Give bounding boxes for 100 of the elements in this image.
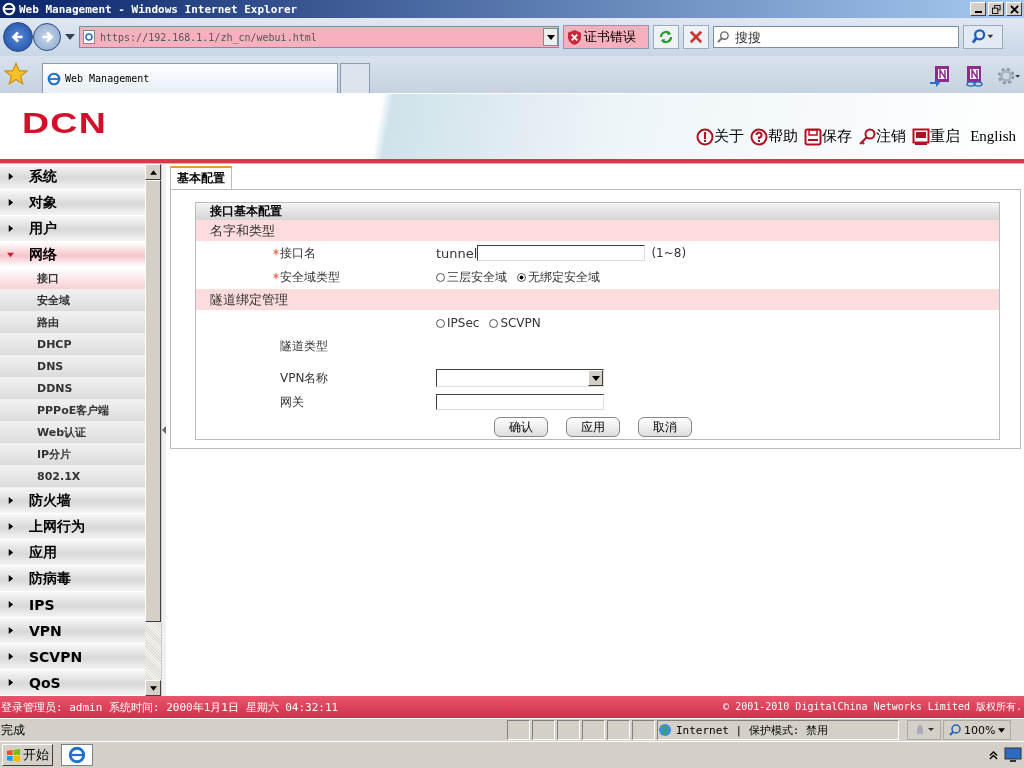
sidebar-subitem[interactable]: Web认证 — [0, 422, 146, 444]
text-field[interactable] — [477, 245, 646, 261]
minimize-button[interactable] — [970, 2, 986, 16]
close-button[interactable] — [1006, 2, 1022, 16]
radio-option[interactable]: 三层安全域 — [436, 268, 507, 286]
minimize-icon — [974, 11, 982, 13]
sidebar-subitem[interactable]: PPPoE客户端 — [0, 400, 146, 422]
monitor-icon — [912, 127, 931, 146]
sidebar-item[interactable]: 用户 — [0, 216, 146, 242]
status-pane — [582, 720, 605, 740]
certificate-error-button[interactable]: 证书错误 — [563, 25, 649, 49]
scrollbar[interactable] — [145, 164, 161, 696]
sidebar-item[interactable]: 防火墙 — [0, 488, 146, 514]
address-dropdown-button[interactable] — [543, 28, 558, 46]
security-zone[interactable]: Internet | 保护模式: 禁用 — [657, 720, 899, 740]
sidebar-item[interactable]: 防病毒 — [0, 566, 146, 592]
windows-logo-icon — [6, 747, 21, 763]
logo: DCN — [22, 106, 107, 140]
caret-right-icon — [7, 173, 14, 180]
key-icon — [858, 127, 877, 146]
notebook-arrow-icon[interactable] — [928, 65, 952, 87]
form-button[interactable]: 确认 — [494, 417, 548, 437]
caret-down-icon — [998, 727, 1006, 733]
browser-taskbar-button[interactable] — [61, 744, 93, 766]
search-button[interactable] — [963, 25, 1003, 49]
radio-option[interactable]: IPSec — [436, 316, 480, 330]
sidebar-item[interactable]: VPN — [0, 618, 146, 644]
text-field[interactable] — [436, 394, 604, 410]
sidebar-subitem[interactable]: 路由 — [0, 312, 146, 334]
search-icon — [970, 28, 996, 46]
header-link[interactable]: 注销 — [858, 127, 907, 146]
back-button[interactable] — [3, 22, 33, 52]
browser-logo-icon — [68, 746, 86, 764]
browser-logo-icon — [2, 2, 16, 16]
section-header: 隧道绑定管理 — [196, 289, 999, 310]
sidebar-subitem[interactable]: 安全域 — [0, 290, 146, 312]
field-hint: (1~8) — [651, 246, 687, 260]
language-link[interactable]: English — [970, 128, 1016, 145]
field-label: 安全域类型 — [280, 268, 340, 286]
radio-button[interactable] — [489, 318, 499, 328]
sidebar-subitem[interactable]: DNS — [0, 356, 146, 378]
shield-icon — [568, 29, 581, 45]
page-icon — [83, 30, 95, 44]
caret-right-icon — [7, 601, 14, 608]
header-link[interactable]: 保存 — [804, 127, 853, 146]
radio-button[interactable] — [436, 272, 445, 282]
radio-button[interactable] — [436, 318, 445, 328]
forward-button[interactable] — [33, 23, 61, 51]
chevron-up-icon[interactable] — [989, 750, 998, 760]
sidebar-subitem[interactable]: DDNS — [0, 378, 146, 400]
caret-down-icon — [591, 375, 600, 381]
favorites-star-icon[interactable] — [4, 62, 28, 86]
sidebar-subitem[interactable]: IP分片 — [0, 444, 146, 466]
sidebar-item[interactable]: SCVPN — [0, 644, 146, 670]
collapse-handle[interactable] — [161, 164, 166, 696]
sidebar-item[interactable]: 对象 — [0, 190, 146, 216]
browser-tab[interactable]: Web Management — [42, 63, 338, 93]
header-link[interactable]: 重启 — [912, 127, 961, 146]
caret-right-icon — [7, 627, 14, 634]
sidebar-item[interactable]: 应用 — [0, 540, 146, 566]
sidebar-item[interactable]: IPS — [0, 592, 146, 618]
tab[interactable]: 基本配置 — [170, 166, 232, 189]
sidebar-item[interactable]: 系统 — [0, 164, 146, 190]
header-link[interactable]: 关于 — [696, 127, 745, 146]
caret-right-icon — [7, 199, 14, 206]
start-button[interactable]: 开始 — [2, 744, 53, 766]
field-label: 网关 — [280, 393, 304, 411]
field-prefix: tunnel — [436, 245, 478, 261]
zoom-button[interactable]: 100% — [943, 720, 1012, 740]
header-link[interactable]: 帮助 — [750, 127, 799, 146]
sidebar-item[interactable]: QoS — [0, 670, 146, 696]
status-pane — [557, 720, 580, 740]
caret-right-icon — [7, 523, 14, 530]
form-button[interactable]: 应用 — [566, 417, 620, 437]
restore-button[interactable] — [988, 2, 1004, 16]
radio-button[interactable] — [517, 272, 526, 282]
radio-option[interactable]: SCVPN — [489, 316, 541, 330]
caret-down-icon[interactable] — [65, 34, 75, 40]
scrollbar-thumb[interactable] — [145, 180, 161, 622]
tab-title: Web Management — [65, 73, 150, 84]
refresh-icon — [658, 29, 674, 45]
panel-title: 接口基本配置 — [196, 203, 999, 220]
search-field[interactable]: 搜搜 — [713, 26, 959, 48]
close-icon — [1009, 4, 1019, 14]
stop-button[interactable] — [683, 25, 709, 49]
dropdown-field[interactable] — [436, 369, 604, 387]
refresh-button[interactable] — [653, 25, 679, 49]
sidebar-subitem[interactable]: 802.1X — [0, 466, 146, 488]
login-info: 登录管理员: admin 系统时间: 2000年1月1日 星期六 04:32:11 — [1, 699, 339, 715]
radio-option[interactable]: 无绑定安全域 — [517, 268, 600, 286]
monitor-icon[interactable] — [1004, 747, 1022, 763]
caret-right-icon — [7, 497, 14, 504]
sidebar-subitem[interactable]: DHCP — [0, 334, 146, 356]
close-icon — [689, 30, 703, 44]
window-title: Web Management - Windows Internet Explorer — [19, 2, 298, 16]
address-bar[interactable]: https://192.168.1.1/zh_cn/webui.html — [79, 26, 559, 48]
sidebar-item[interactable]: 网络 — [0, 242, 146, 268]
form-button[interactable]: 取消 — [638, 417, 692, 437]
sidebar-item[interactable]: 上网行为 — [0, 514, 146, 540]
sidebar-subitem[interactable]: 接口 — [0, 268, 146, 290]
